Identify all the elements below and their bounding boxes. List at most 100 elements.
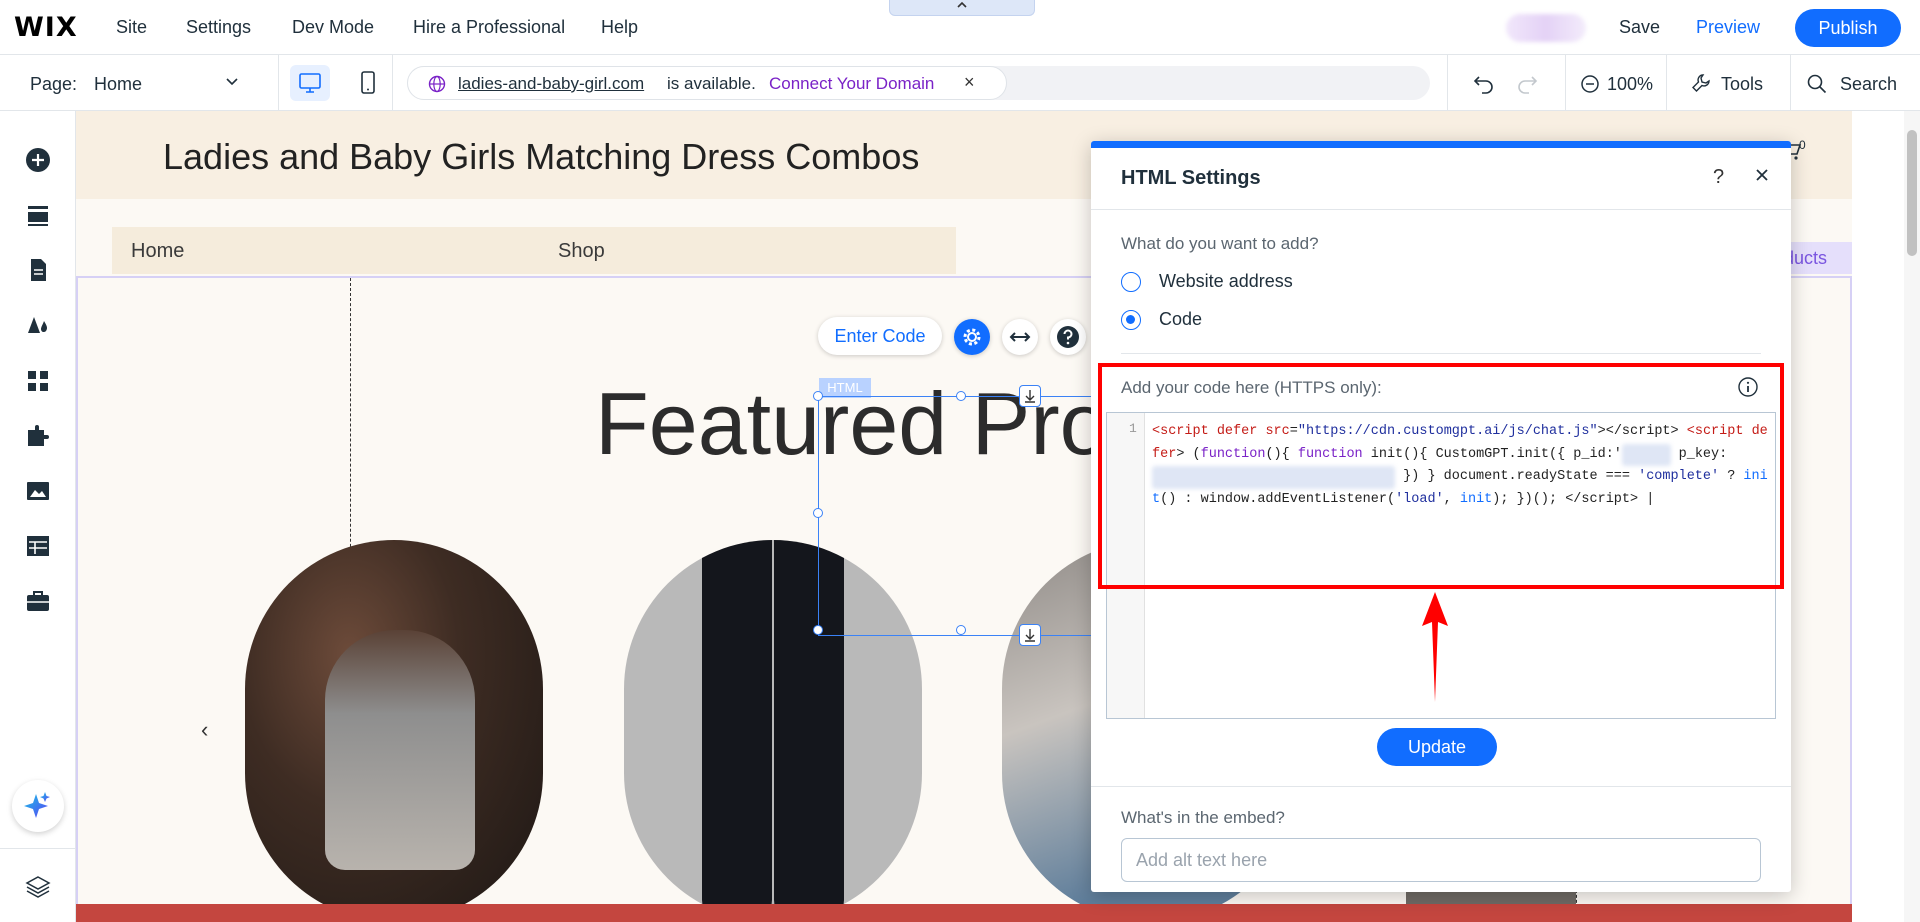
leg-shape <box>702 540 772 920</box>
panel-accent-bar <box>1091 141 1791 148</box>
add-elements-icon[interactable] <box>24 146 52 174</box>
product-image-woman[interactable] <box>245 540 543 922</box>
publish-button[interactable]: Publish <box>1795 9 1901 47</box>
wrench-icon <box>1692 74 1710 92</box>
mobile-icon <box>361 71 375 94</box>
theme-icon[interactable] <box>24 311 52 339</box>
code-radio[interactable] <box>1121 310 1141 330</box>
cart-count: 0 <box>1799 138 1806 152</box>
desktop-view-button[interactable] <box>290 65 330 101</box>
search-button[interactable]: Search <box>1840 74 1897 95</box>
divider <box>1091 209 1791 210</box>
scrollbar-thumb[interactable] <box>1907 130 1917 256</box>
collapse-toolbar-tab[interactable] <box>889 0 1035 16</box>
radio-selected-dot <box>1126 315 1135 324</box>
zoom-out-icon[interactable] <box>1580 74 1600 94</box>
html-element-tag: HTML <box>819 378 871 398</box>
tools-button[interactable]: Tools <box>1721 74 1763 95</box>
redo-icon[interactable] <box>1515 72 1539 94</box>
settings-button[interactable] <box>954 319 990 355</box>
portfolio-briefcase-icon[interactable] <box>24 587 52 615</box>
wix-logo[interactable]: WIX <box>14 12 78 43</box>
resize-handle[interactable] <box>813 391 823 401</box>
download-arrow-icon <box>1025 629 1035 642</box>
highlight-box <box>1098 363 1784 589</box>
site-nav-bar[interactable] <box>112 227 956 274</box>
horizontal-arrows-icon <box>1009 332 1031 342</box>
undo-icon[interactable] <box>1472 72 1496 94</box>
website-address-radio[interactable] <box>1121 272 1141 292</box>
resize-handle[interactable] <box>956 625 966 635</box>
divider <box>278 55 279 111</box>
embed-description-label: What's in the embed? <box>1121 808 1285 827</box>
stretch-handle[interactable] <box>1019 624 1041 646</box>
add-section-icon[interactable] <box>24 201 52 229</box>
site-nav-shop[interactable]: Shop <box>558 240 605 263</box>
page-label: Page: <box>30 74 78 94</box>
divider <box>1790 55 1791 111</box>
help-button[interactable] <box>1050 319 1086 355</box>
panel-title: HTML Settings <box>1121 167 1261 189</box>
divider <box>1121 353 1761 354</box>
pages-icon[interactable] <box>24 256 52 284</box>
search-icon <box>1807 74 1827 94</box>
menu-site[interactable]: Site <box>116 17 147 38</box>
divider <box>1565 55 1566 111</box>
resize-handle[interactable] <box>813 508 823 518</box>
sparkle-icon <box>24 792 50 818</box>
divider <box>1091 786 1791 787</box>
stretch-handle[interactable] <box>1019 385 1041 407</box>
top-bar: WIX Site Settings Dev Mode Hire a Profes… <box>0 0 1920 55</box>
download-arrow-icon <box>1025 390 1035 403</box>
close-icon[interactable]: × <box>964 72 975 93</box>
site-title[interactable]: Ladies and Baby Girls Matching Dress Com… <box>163 136 919 178</box>
add-type-question: What do you want to add? <box>1121 234 1319 253</box>
page-selector[interactable]: Home <box>94 74 142 95</box>
divider <box>0 848 76 849</box>
menu-dev-mode[interactable]: Dev Mode <box>292 17 374 38</box>
enter-code-button[interactable]: Enter Code <box>818 317 942 355</box>
ai-assistant-button[interactable] <box>12 780 64 832</box>
gear-icon <box>963 328 981 346</box>
alt-text-input[interactable] <box>1121 838 1761 882</box>
divider <box>392 55 393 111</box>
chevron-down-icon[interactable] <box>225 74 239 88</box>
cms-table-icon[interactable] <box>24 532 52 560</box>
zoom-level[interactable]: 100% <box>1607 74 1653 95</box>
stretch-button[interactable] <box>1002 319 1038 355</box>
code-label[interactable]: Code <box>1159 309 1202 330</box>
layers-icon[interactable] <box>24 873 52 901</box>
globe-icon <box>428 75 446 93</box>
person-shape <box>325 630 475 870</box>
divider <box>1666 55 1667 111</box>
site-nav-home[interactable]: Home <box>131 240 184 263</box>
menu-help[interactable]: Help <box>601 17 638 38</box>
left-sidebar <box>0 111 76 922</box>
update-button[interactable]: Update <box>1377 728 1497 766</box>
account-avatar[interactable] <box>1506 14 1586 42</box>
resize-handle[interactable] <box>956 391 966 401</box>
website-address-label[interactable]: Website address <box>1159 271 1293 292</box>
menu-hire-professional[interactable]: Hire a Professional <box>413 17 565 38</box>
domain-name-link[interactable]: ladies-and-baby-girl.com <box>458 74 644 94</box>
connect-domain-link[interactable]: Connect Your Domain <box>769 74 934 94</box>
divider <box>1447 55 1448 111</box>
section-bottom-strip <box>76 904 1852 922</box>
close-icon[interactable] <box>1751 164 1773 186</box>
preview-button[interactable]: Preview <box>1696 17 1760 38</box>
editor-toolbar: Page: Home ladies-and-baby-girl.com is a… <box>0 55 1920 111</box>
help-icon[interactable]: ? <box>1713 166 1724 189</box>
red-arrow-icon <box>1422 592 1448 702</box>
menu-settings[interactable]: Settings <box>186 17 251 38</box>
business-apps-icon[interactable] <box>24 422 52 450</box>
carousel-prev-arrow[interactable]: ‹ <box>201 717 208 743</box>
media-icon[interactable] <box>24 477 52 505</box>
chevron-up-icon <box>957 1 967 8</box>
domain-status-text: is available. <box>667 74 756 93</box>
apps-icon[interactable] <box>24 367 52 395</box>
save-button[interactable]: Save <box>1619 17 1660 38</box>
desktop-icon <box>299 73 321 93</box>
mobile-view-button[interactable] <box>348 65 388 101</box>
help-icon <box>1057 326 1079 348</box>
resize-handle[interactable] <box>813 625 823 635</box>
